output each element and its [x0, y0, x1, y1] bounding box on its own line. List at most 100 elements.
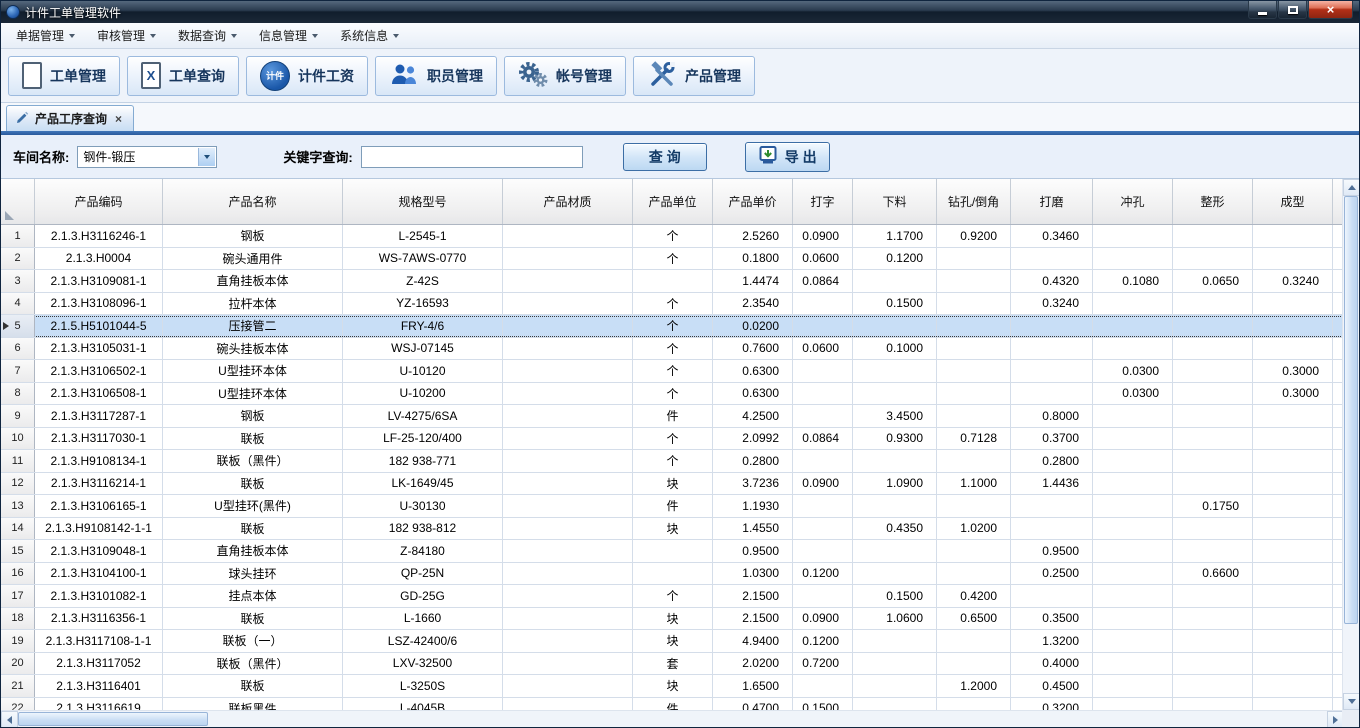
menu-item-data-query[interactable]: 数据查询	[167, 25, 248, 47]
menu-item-system-info[interactable]: 系统信息	[329, 25, 410, 47]
menu-item-label: 审核管理	[97, 27, 145, 44]
table-row[interactable]: 82.1.3.H3106508-1U型挂环本体U-10200个0.63000.0…	[1, 383, 1344, 406]
column-header[interactable]: 产品单价	[713, 179, 793, 224]
table-row[interactable]: 42.1.3.H3108096-1拉杆本体YZ-16593个2.35400.15…	[1, 293, 1344, 316]
query-button[interactable]: 查 询	[623, 143, 707, 171]
column-header[interactable]: 产品材质	[503, 179, 633, 224]
table-row[interactable]: 132.1.3.H3106165-1U型挂环(黑件)U-30130件1.1930…	[1, 495, 1344, 518]
cell	[1011, 360, 1093, 382]
cell: 1.4436	[1011, 473, 1093, 495]
cell	[853, 653, 937, 675]
vertical-scroll-track[interactable]	[1343, 196, 1359, 693]
vertical-scrollbar[interactable]	[1342, 179, 1359, 710]
horizontal-scroll-track[interactable]	[18, 711, 1327, 727]
cell	[1253, 675, 1333, 697]
row-number: 8	[1, 383, 35, 405]
table-row[interactable]: 172.1.3.H3101082-1挂点本体GD-25G个2.15000.150…	[1, 585, 1344, 608]
cell: 1.4550	[713, 518, 793, 540]
staff-management-button[interactable]: 职员管理	[375, 56, 497, 96]
table-row[interactable]: 62.1.3.H3105031-1碗头挂板本体WSJ-07145个0.76000…	[1, 338, 1344, 361]
table-row[interactable]: 52.1.5.H5101044-5压接管二FRY-4/6个0.0200	[1, 315, 1344, 338]
cell: 碗头挂板本体	[163, 338, 343, 360]
column-header[interactable]: 钻孔/倒角	[937, 179, 1011, 224]
close-button[interactable]: ×	[1308, 1, 1353, 19]
table-row[interactable]: 102.1.3.H3117030-1联板LF-25-120/400个2.0992…	[1, 428, 1344, 451]
cell: 0.6600	[1173, 563, 1253, 585]
export-button[interactable]: 导 出	[745, 142, 830, 172]
table-row[interactable]: 122.1.3.H3116214-1联板LK-1649/45块3.72360.0…	[1, 473, 1344, 496]
product-management-button[interactable]: 产品管理	[633, 56, 755, 96]
scroll-down-button[interactable]	[1343, 693, 1360, 710]
cell	[1093, 675, 1173, 697]
horizontal-scrollbar[interactable]	[1, 710, 1344, 727]
tab-close-icon[interactable]: ×	[113, 112, 124, 126]
cell: Z-42S	[343, 270, 503, 292]
column-header[interactable]: 成型	[1253, 179, 1333, 224]
table-row[interactable]: 72.1.3.H3106502-1U型挂环本体U-10120个0.63000.0…	[1, 360, 1344, 383]
table-row[interactable]: 22.1.3.H0004碗头通用件WS-7AWS-0770个0.18000.06…	[1, 248, 1344, 271]
table-row[interactable]: 162.1.3.H3104100-1球头挂环QP-25N1.03000.1200…	[1, 563, 1344, 586]
table-row[interactable]: 92.1.3.H3117287-1钢板LV-4275/6SA件4.25003.4…	[1, 405, 1344, 428]
scroll-left-button[interactable]	[1, 711, 18, 728]
cell	[1093, 473, 1173, 495]
cell: 4.9400	[713, 630, 793, 652]
column-header[interactable]: 产品单位	[633, 179, 713, 224]
table-row[interactable]: 202.1.3.H3117052联板（黑件）LXV-32500套2.02000.…	[1, 653, 1344, 676]
column-header[interactable]: 产品名称	[163, 179, 343, 224]
table-row[interactable]: 152.1.3.H3109048-1直角挂板本体Z-841800.95000.9…	[1, 540, 1344, 563]
vertical-scroll-thumb[interactable]	[1344, 196, 1358, 624]
cell: 2.1.3.H3104100-1	[35, 563, 163, 585]
cell: 0.3700	[1011, 428, 1093, 450]
row-number: 9	[1, 405, 35, 427]
cell	[793, 360, 853, 382]
workshop-combobox[interactable]: 钢件-锻压	[77, 146, 217, 168]
select-all-corner[interactable]	[1, 179, 35, 224]
table-row[interactable]: 32.1.3.H3109081-1直角挂板本体Z-42S1.44740.0864…	[1, 270, 1344, 293]
cell: 0.1200	[793, 563, 853, 585]
menu-item-audit-management[interactable]: 审核管理	[86, 25, 167, 47]
table-row[interactable]: 192.1.3.H3117108-1-1联板（一）LSZ-42400/6块4.9…	[1, 630, 1344, 653]
menu-item-bill-management[interactable]: 单据管理	[5, 25, 86, 47]
cell	[1011, 248, 1093, 270]
minimize-button[interactable]	[1248, 1, 1277, 19]
toolbar: 工单管理 X 工单查询 计件 计件工资 职员管理	[1, 49, 1359, 103]
column-header[interactable]: 打字	[793, 179, 853, 224]
piecework-wage-button[interactable]: 计件 计件工资	[246, 56, 368, 96]
cell: 2.1.3.H3109081-1	[35, 270, 163, 292]
tab-product-process-query[interactable]: 产品工序查询 ×	[6, 105, 134, 131]
cell: U-30130	[343, 495, 503, 517]
table-row[interactable]: 222.1.3.H3116619联板黑件L-4045B件0.47000.1500…	[1, 698, 1344, 711]
workorder-query-button[interactable]: X 工单查询	[127, 56, 239, 96]
keyword-input[interactable]	[361, 146, 583, 168]
cell: 压接管二	[163, 315, 343, 337]
cell: 0.3000	[1253, 360, 1333, 382]
cell: 0.4320	[1011, 270, 1093, 292]
cell	[1253, 518, 1333, 540]
cell: 0.0300	[1093, 360, 1173, 382]
column-header[interactable]: 下料	[853, 179, 937, 224]
column-header[interactable]: 打磨	[1011, 179, 1093, 224]
column-header[interactable]: 整形	[1173, 179, 1253, 224]
cell	[1093, 540, 1173, 562]
table-row[interactable]: 182.1.3.H3116356-1联板L-1660块2.15000.09001…	[1, 608, 1344, 631]
horizontal-scroll-thumb[interactable]	[18, 712, 208, 726]
account-management-button[interactable]: 帐号管理	[504, 56, 626, 96]
column-header[interactable]: 冲孔	[1093, 179, 1173, 224]
table-row[interactable]: 142.1.3.H9108142-1-1联板182 938-812块1.4550…	[1, 518, 1344, 541]
cell	[503, 563, 633, 585]
titlebar: 计件工单管理软件 ×	[1, 1, 1359, 23]
column-header[interactable]: 规格型号	[343, 179, 503, 224]
filter-bar: 车间名称: 钢件-锻压 关键字查询: 查 询 导 出	[1, 135, 1359, 179]
workorder-management-button[interactable]: 工单管理	[8, 56, 120, 96]
maximize-button[interactable]	[1278, 1, 1307, 19]
combobox-dropdown-button[interactable]	[198, 148, 215, 166]
cell	[503, 540, 633, 562]
menu-item-label: 数据查询	[178, 27, 226, 44]
cell	[1011, 315, 1093, 337]
menu-item-info-management[interactable]: 信息管理	[248, 25, 329, 47]
scroll-up-button[interactable]	[1343, 179, 1360, 196]
column-header[interactable]: 产品编码	[35, 179, 163, 224]
table-row[interactable]: 112.1.3.H9108134-1联板（黑件）182 938-771个0.28…	[1, 450, 1344, 473]
table-row[interactable]: 12.1.3.H3116246-1钢板L-2545-1个2.52600.0900…	[1, 225, 1344, 248]
table-row[interactable]: 212.1.3.H3116401联板L-3250S块1.65001.20000.…	[1, 675, 1344, 698]
